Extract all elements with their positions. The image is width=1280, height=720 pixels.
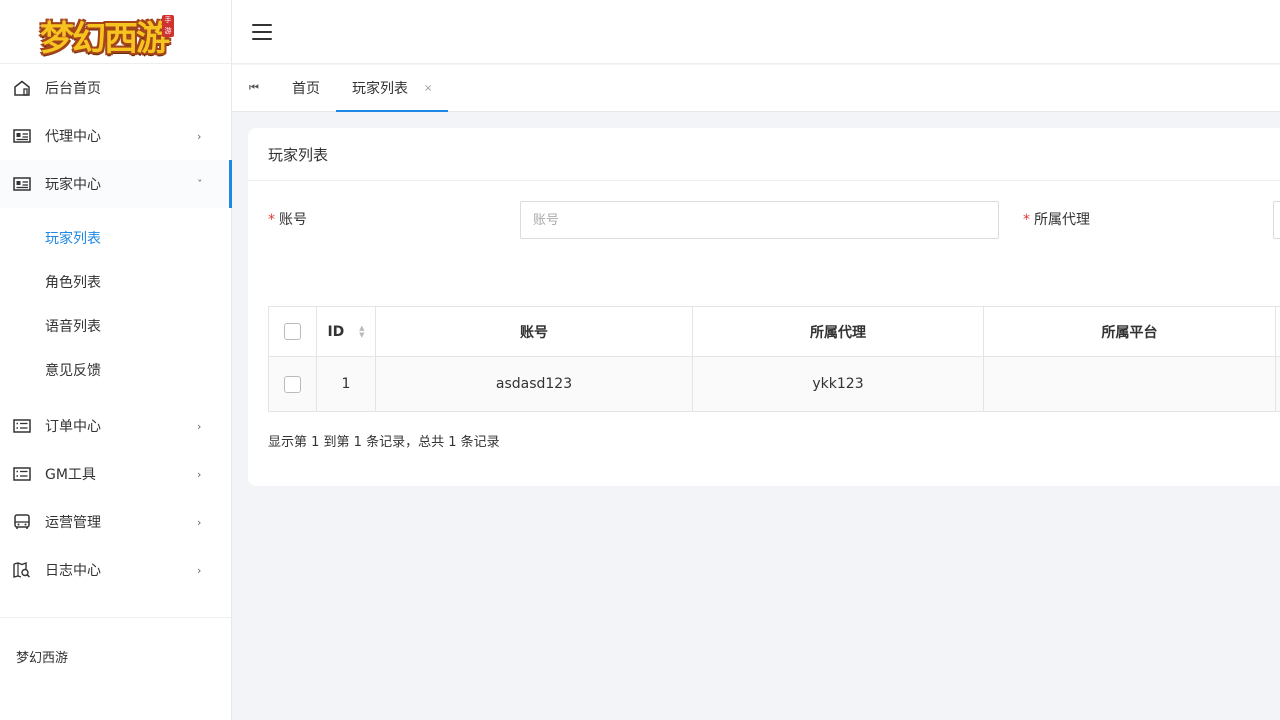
search-form: *账号 *所属代理 <box>248 201 1280 241</box>
logo-text: 梦幻西游 <box>40 18 170 59</box>
home-icon <box>12 79 32 97</box>
player-table: ID ▲ ▼ 账号 所属代理 所属平台 1 asdasd123 ykk123 <box>268 306 1280 412</box>
sidebar-item-log-center[interactable]: 日志中心 › <box>0 546 231 594</box>
page-tabs: ⏮ 首页 玩家列表 × <box>232 65 1280 112</box>
sidebar-item-label: 日志中心 <box>45 563 101 579</box>
agent-input[interactable] <box>1273 201 1280 239</box>
sidebar-item-label: 代理中心 <box>45 129 101 145</box>
sidebar-item-label: 订单中心 <box>45 419 101 435</box>
column-header-account: 账号 <box>375 306 693 357</box>
submenu-item-voice-list[interactable]: 语音列表 <box>0 304 231 348</box>
bus-icon <box>12 513 32 531</box>
list-icon <box>12 417 32 435</box>
cell-agent: ykk123 <box>692 356 984 412</box>
table-row[interactable]: 1 asdasd123 ykk123 <box>268 356 1280 412</box>
row-checkbox[interactable] <box>284 375 301 393</box>
chevron-right-icon: › <box>197 467 202 481</box>
id-card-icon <box>12 175 32 193</box>
sidebar-item-gm-tools[interactable]: GM工具 › <box>0 450 231 498</box>
tab-label: 玩家列表 <box>352 81 408 97</box>
chevron-right-icon: › <box>197 419 202 433</box>
map-search-icon <box>12 561 32 579</box>
account-label: * 账号 <box>268 212 307 228</box>
sidebar-menu: 后台首页 代理中心 › 玩家中心 ˇ <box>0 64 232 208</box>
chevron-right-icon: › <box>197 563 202 577</box>
column-header-id[interactable]: ID ▲ ▼ <box>316 306 376 357</box>
id-card-icon <box>12 127 32 145</box>
sidebar-item-agent-center[interactable]: 代理中心 › <box>0 112 231 160</box>
menu-toggle-icon[interactable] <box>252 23 272 40</box>
chevron-right-icon: › <box>197 515 202 529</box>
tab-back-icon[interactable]: ⏮ <box>232 65 276 111</box>
tab-label: 首页 <box>292 81 320 97</box>
cell-id: 1 <box>316 356 376 412</box>
chevron-down-icon: ˇ <box>197 177 203 191</box>
table-header-row: ID ▲ ▼ 账号 所属代理 所属平台 <box>268 306 1280 357</box>
sidebar-item-label: 玩家中心 <box>45 177 101 193</box>
sort-icon[interactable]: ▲ ▼ <box>359 324 364 339</box>
list-icon <box>12 465 32 483</box>
account-input[interactable] <box>520 201 999 239</box>
column-header-extra <box>1275 306 1280 357</box>
sidebar: 梦幻西游 手游 后台首页 代理中心 › 玩家中心 ˇ 玩家列表 角色列表 语音列… <box>0 0 232 720</box>
player-center-submenu: 玩家列表 角色列表 语音列表 意见反馈 <box>0 208 231 402</box>
top-header <box>232 0 1280 64</box>
logo-mark: 梦幻西游 手游 <box>40 7 174 59</box>
sidebar-item-label: 运营管理 <box>45 515 101 531</box>
pagination-info: 显示第 1 到第 1 条记录，总共 1 条记录 <box>268 435 500 450</box>
required-mark: * <box>1023 212 1030 228</box>
player-list-card: 玩家列表 *账号 *所属代理 ID ▲▼ 账号 所属代理 所属平台 <box>248 128 1280 486</box>
tab-player-list[interactable]: 玩家列表 × <box>336 65 449 112</box>
submenu-item-player-list[interactable]: 玩家列表 <box>0 216 231 260</box>
row-select-cell <box>268 356 317 412</box>
submenu-item-feedback[interactable]: 意见反馈 <box>0 348 231 392</box>
chevron-right-icon: › <box>197 129 202 143</box>
select-all-checkbox[interactable] <box>284 323 301 340</box>
sidebar-item-label: GM工具 <box>45 467 96 483</box>
cell-extra <box>1275 356 1280 412</box>
sidebar-item-order-center[interactable]: 订单中心 › <box>0 402 231 450</box>
logo[interactable]: 梦幻西游 手游 <box>0 0 231 64</box>
close-icon[interactable]: × <box>424 83 432 94</box>
column-header-agent: 所属代理 <box>692 306 984 357</box>
agent-label: * 所属代理 <box>1023 212 1090 228</box>
page-title: 玩家列表 <box>248 128 1280 181</box>
submenu-item-role-list[interactable]: 角色列表 <box>0 260 231 304</box>
logo-seal: 手游 <box>162 14 174 37</box>
column-header-platform: 所属平台 <box>983 306 1276 357</box>
select-all-cell <box>268 306 317 357</box>
sidebar-menu-lower: 订单中心 › GM工具 › 运营管理 › 日志中心 › <box>0 402 231 594</box>
sidebar-item-home[interactable]: 后台首页 <box>0 64 231 112</box>
sidebar-footer: 梦幻西游 <box>0 617 231 666</box>
cell-account: asdasd123 <box>375 356 693 412</box>
required-mark: * <box>268 212 275 228</box>
sidebar-item-operations[interactable]: 运营管理 › <box>0 498 231 546</box>
sidebar-item-player-center[interactable]: 玩家中心 ˇ <box>0 160 232 208</box>
sidebar-item-label: 后台首页 <box>45 81 101 97</box>
tab-home[interactable]: 首页 <box>276 65 336 111</box>
cell-platform <box>983 356 1276 412</box>
